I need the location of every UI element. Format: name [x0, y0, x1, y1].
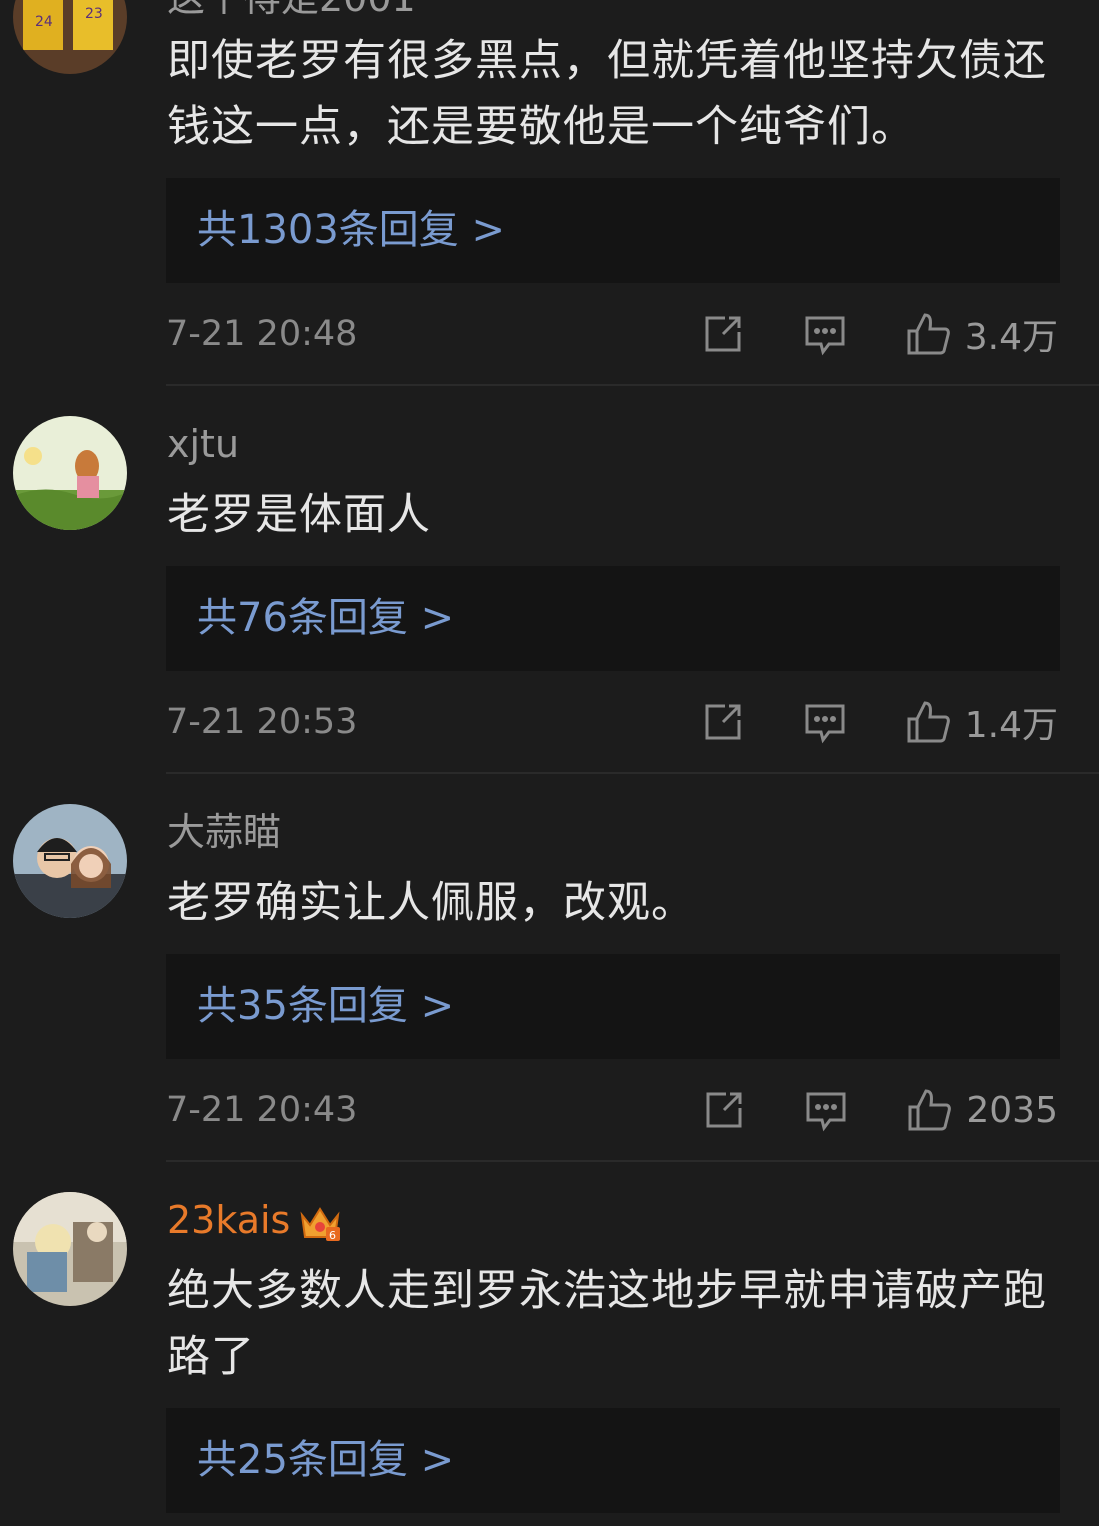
comment-actions: 1.4万 [701, 692, 1058, 752]
thumbs-up-icon [907, 313, 950, 355]
view-replies-link[interactable]: 共76条回复 > [197, 592, 454, 644]
svg-text:6: 6 [329, 1229, 336, 1242]
timestamp: 7-21 20:48 [166, 314, 358, 354]
comment-meta: 7-21 20:53 1.4万 [166, 692, 1060, 752]
comment-text: 即使老罗有很多黑点，但就凭着他坚持欠债还钱这一点，还是要敬他是一个纯爷们。 [167, 36, 1047, 152]
divider [166, 1160, 1099, 1162]
thumbs-up-icon [908, 1089, 952, 1131]
like-count: 3.4万 [964, 317, 1058, 358]
like-button[interactable]: 2035 [906, 1087, 1058, 1133]
username[interactable]: xjtu [167, 420, 239, 468]
svg-text:24: 24 [35, 14, 53, 30]
username[interactable]: 23kais 6 [167, 1196, 342, 1245]
comment-actions: 2035 [702, 1080, 1058, 1140]
svg-text:23: 23 [85, 6, 103, 22]
divider [166, 384, 1099, 386]
avatar[interactable] [13, 1192, 127, 1306]
view-replies-link[interactable]: 共35条回复 > [197, 980, 454, 1032]
avatar[interactable] [13, 416, 127, 530]
comment-meta: 7-21 20:48 3.4万 [166, 304, 1060, 364]
share-icon[interactable] [701, 700, 745, 744]
timestamp: 7-21 20:43 [166, 1090, 358, 1130]
share-icon[interactable] [701, 312, 745, 356]
comment-text: 老罗是体面人 [167, 490, 431, 540]
timestamp: 7-21 20:53 [166, 702, 358, 742]
comment-text: 老罗确实让人佩服，改观。 [167, 878, 695, 928]
like-count: 2035 [966, 1089, 1058, 1131]
thumbs-up-icon [907, 701, 950, 743]
comment-actions: 3.4万 [701, 304, 1058, 364]
reply-box[interactable]: 共35条回复 > [166, 954, 1060, 1059]
view-replies-link[interactable]: 共25条回复 > [197, 1434, 454, 1486]
share-icon[interactable] [702, 1088, 746, 1132]
comment-icon[interactable] [803, 312, 847, 356]
username[interactable]: 大蒜瞄 [167, 808, 281, 856]
username-text[interactable]: 23kais [167, 1198, 290, 1242]
like-count: 1.4万 [964, 705, 1058, 746]
view-replies-link[interactable]: 共1303条回复 > [197, 204, 505, 256]
avatar[interactable]: 24 23 [13, 0, 127, 74]
comment-meta: 7-21 20:43 2035 [166, 1080, 1060, 1140]
avatar[interactable] [13, 804, 127, 918]
divider [166, 772, 1099, 774]
like-button[interactable]: 3.4万 [905, 308, 1058, 360]
like-button[interactable]: 1.4万 [905, 696, 1058, 748]
username[interactable]: 这个得是2001 [167, 0, 416, 22]
reply-box[interactable]: 共1303条回复 > [166, 178, 1060, 283]
comment-text: 绝大多数人走到罗永浩这地步早就申请破产跑路了 [167, 1266, 1047, 1382]
comment-icon[interactable] [804, 1088, 848, 1132]
comment-icon[interactable] [803, 700, 847, 744]
reply-box[interactable]: 共25条回复 > [166, 1408, 1060, 1513]
crown-icon: 6 [300, 1206, 341, 1242]
reply-box[interactable]: 共76条回复 > [166, 566, 1060, 671]
